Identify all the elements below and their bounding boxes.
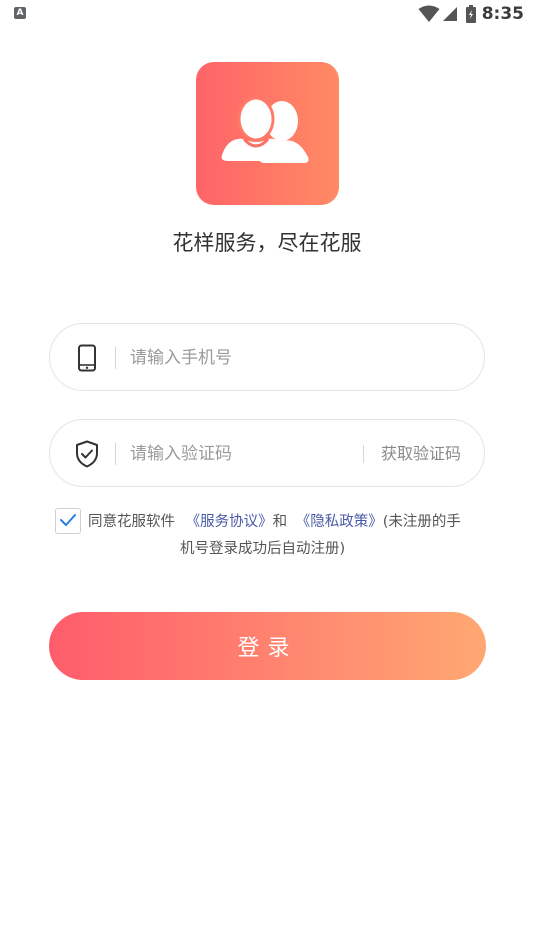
agreement-text: 同意花服软件 《服务协议》和 《隐私政策》(未注册的手 机号登录成功后自动注册) bbox=[88, 509, 488, 563]
shield-check-icon bbox=[74, 440, 100, 468]
service-agreement-link[interactable]: 《服务协议》 bbox=[186, 514, 273, 530]
checkmark-icon bbox=[59, 512, 77, 531]
phone-icon bbox=[74, 344, 100, 372]
phone-input[interactable] bbox=[130, 342, 350, 374]
app-slogan: 花样服务，尽在花服 bbox=[172, 231, 362, 255]
get-code-divider bbox=[363, 445, 364, 463]
login-button[interactable]: 登录 bbox=[49, 612, 486, 680]
status-bar: A 8:35 bbox=[0, 0, 534, 28]
clock: 8:35 bbox=[481, 4, 524, 24]
agreement-and: 和 bbox=[272, 514, 288, 530]
agreement-suffix-line2: 机号登录成功后自动注册) bbox=[180, 541, 346, 557]
verification-code-field[interactable]: 获取验证码 bbox=[49, 419, 485, 487]
agreement-suffix-line1: (未注册的手 bbox=[382, 514, 461, 530]
app-logo bbox=[196, 62, 339, 205]
wifi-icon bbox=[418, 5, 440, 23]
battery-icon bbox=[465, 5, 476, 23]
status-icons: 8:35 bbox=[418, 3, 524, 25]
get-code-button[interactable]: 获取验证码 bbox=[381, 442, 461, 466]
code-field-divider bbox=[115, 443, 116, 465]
phone-field-divider bbox=[115, 347, 116, 369]
agreement-prefix: 同意花服软件 bbox=[88, 514, 175, 530]
privacy-policy-link[interactable]: 《隐私政策》 bbox=[296, 514, 383, 530]
verification-code-input[interactable] bbox=[130, 438, 350, 470]
phone-field[interactable] bbox=[49, 323, 485, 391]
users-icon bbox=[218, 96, 318, 171]
login-page: A 8:35 花样服务，尽在花服 请输入手机号 请输入验证码 获取验证码 同意花… bbox=[0, 0, 534, 950]
signal-icon bbox=[442, 6, 458, 22]
notification-icon: A bbox=[14, 7, 26, 19]
agreement-checkbox[interactable] bbox=[55, 508, 81, 534]
